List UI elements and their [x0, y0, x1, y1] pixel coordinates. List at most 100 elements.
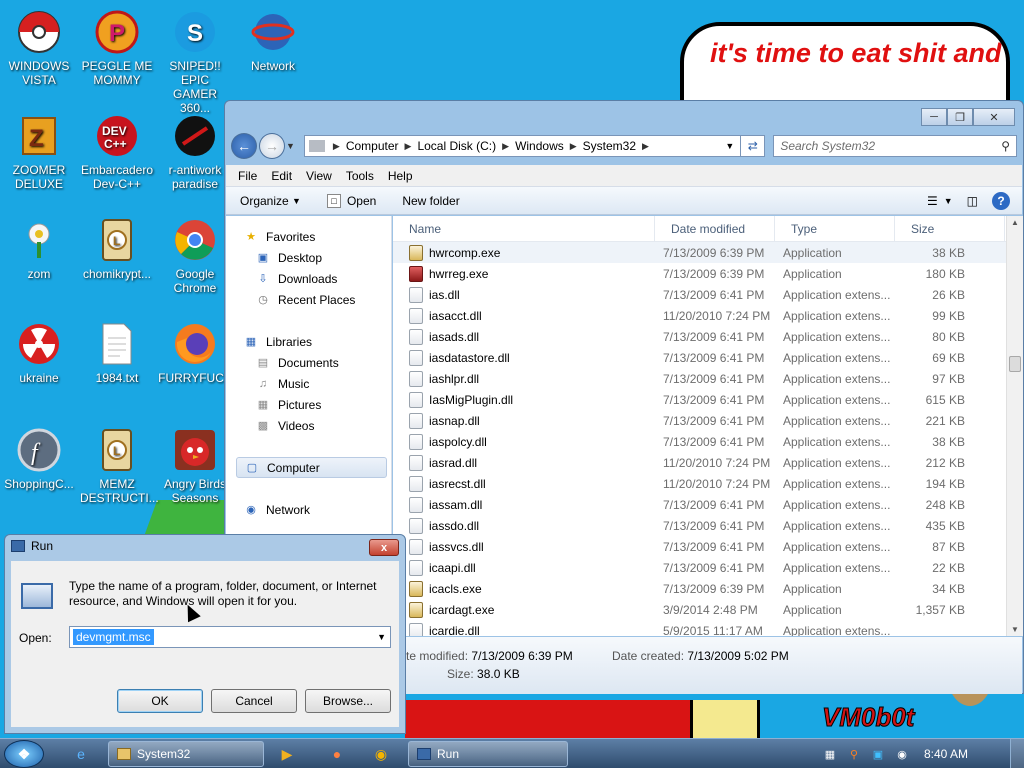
open-button[interactable]: □ Open [326, 193, 376, 208]
back-button[interactable]: ← [231, 133, 257, 159]
breadcrumb-arrow-icon[interactable]: ▶ [502, 141, 509, 152]
vertical-scrollbar[interactable]: ▲ ▼ [1006, 216, 1023, 636]
nav-favorites[interactable]: ★ Favorites [226, 226, 391, 247]
file-row[interactable]: iasads.dll 7/13/2009 6:41 PM Application e… [393, 326, 1023, 347]
nav-documents[interactable]: ▤ Documents [226, 352, 391, 373]
breadcrumb-arrow-icon[interactable]: ▶ [333, 141, 340, 152]
nav-network[interactable]: ◉ Network [226, 499, 391, 520]
file-row[interactable]: icardagt.exe 3/9/2014 2:48 PM Application 1… [393, 599, 1023, 620]
file-row[interactable]: hwrreg.exe 7/13/2009 6:39 PM Application 18… [393, 263, 1023, 284]
browse-button[interactable]: Browse... [305, 689, 391, 713]
desktop-icon-angry-birds[interactable]: Angry Birds Seasons [158, 426, 232, 505]
desktop-icon-1984-txt[interactable]: 1984.txt [80, 320, 154, 385]
nav-downloads[interactable]: ⇩ Downloads [226, 268, 391, 289]
maximize-button[interactable]: ❐ [947, 108, 973, 126]
file-row[interactable]: ias.dll 7/13/2009 6:41 PM Application exte… [393, 284, 1023, 305]
nav-libraries[interactable]: ▦ Libraries [226, 331, 391, 352]
tray-app-icon[interactable]: ⚲ [846, 746, 862, 762]
close-button[interactable]: ✕ [973, 108, 1015, 126]
forward-button[interactable]: → [258, 133, 285, 159]
taskbar-clock[interactable]: 8:40 AM [924, 747, 968, 761]
breadcrumb-arrow-icon[interactable]: ▶ [570, 141, 577, 152]
refresh-button[interactable]: ⇄ [741, 135, 766, 157]
file-row[interactable]: icaapi.dll 7/13/2009 6:41 PM Application e… [393, 557, 1023, 578]
new-folder-button[interactable]: New folder [402, 194, 459, 208]
search-input[interactable]: Search System32 ⚲ [773, 135, 1017, 157]
recent-pages-dropdown[interactable]: ▼ [286, 141, 298, 151]
taskbar-task-system32[interactable]: System32 [108, 741, 264, 767]
taskbar-task-run[interactable]: Run [408, 741, 568, 767]
file-row[interactable]: hwrcomp.exe 7/13/2009 6:39 PM Application 3… [393, 242, 1023, 263]
chrome-icon[interactable]: ◉ [370, 743, 392, 765]
menu-tools[interactable]: Tools [346, 169, 374, 183]
nav-music[interactable]: ♫ Music [226, 373, 391, 394]
address-bar[interactable]: ▶ Computer ▶ Local Disk (C:) ▶ Windows ▶… [303, 135, 742, 157]
nav-videos[interactable]: ▩ Videos [226, 415, 391, 436]
nav-pictures[interactable]: ▦ Pictures [226, 394, 391, 415]
breadcrumb-arrow-icon[interactable]: ▶ [405, 141, 412, 152]
column-header-size[interactable]: Size [895, 216, 1005, 241]
file-row[interactable]: iasacct.dll 11/20/2010 7:24 PM Application… [393, 305, 1023, 326]
menu-help[interactable]: Help [388, 169, 413, 183]
organize-button[interactable]: Organize ▼ [240, 194, 301, 208]
cancel-button[interactable]: Cancel [211, 689, 297, 713]
menu-file[interactable]: File [238, 169, 257, 183]
internet-explorer-icon[interactable]: e [70, 743, 92, 765]
open-combobox[interactable]: devmgmt.msc ▼ [69, 626, 391, 648]
help-icon[interactable]: ? [992, 192, 1010, 210]
desktop-icon-network[interactable]: Network [236, 8, 310, 73]
file-row[interactable]: iasrad.dll 11/20/2010 7:24 PM Application … [393, 452, 1023, 473]
file-row[interactable]: iassam.dll 7/13/2009 6:41 PM Application e… [393, 494, 1023, 515]
breadcrumb-system32[interactable]: System32 [583, 139, 636, 153]
breadcrumb-computer[interactable]: Computer [346, 139, 399, 153]
desktop-icon-windows-vista[interactable]: WINDOWS VISTA [2, 8, 76, 87]
desktop-icon-devcpp[interactable]: DEV C++ Embarcadero Dev-C++ [80, 112, 154, 191]
desktop-icon-furryfuck[interactable]: FURRYFUCK [158, 320, 232, 385]
column-header-name[interactable]: Name [393, 216, 655, 241]
menu-view[interactable]: View [306, 169, 332, 183]
desktop-icon-ukraine[interactable]: ukraine [2, 320, 76, 385]
file-row[interactable]: iassdo.dll 7/13/2009 6:41 PM Application e… [393, 515, 1023, 536]
file-row[interactable]: icardie.dll 5/9/2015 11:17 AM Application … [393, 620, 1023, 636]
desktop-icon-shopping[interactable]: f ShoppingC... [2, 426, 76, 491]
desktop-icon-zom[interactable]: zom [2, 216, 76, 281]
chevron-down-icon[interactable]: ▼ [377, 632, 386, 642]
start-button[interactable]: ❖ [4, 740, 44, 768]
preview-pane-icon[interactable]: ◫ [967, 194, 978, 208]
file-row[interactable]: iasdatastore.dll 7/13/2009 6:41 PM Applica… [393, 347, 1023, 368]
breadcrumb-windows[interactable]: Windows [515, 139, 564, 153]
app-icon[interactable]: ● [326, 743, 348, 765]
network-tray-icon[interactable]: ▣ [870, 746, 886, 762]
nav-desktop[interactable]: ▣ Desktop [226, 247, 391, 268]
file-row[interactable]: iashlpr.dll 7/13/2009 6:41 PM Application … [393, 368, 1023, 389]
file-row[interactable]: iasnap.dll 7/13/2009 6:41 PM Application e… [393, 410, 1023, 431]
scrollbar-thumb[interactable] [1009, 356, 1021, 372]
column-header-date[interactable]: Date modified [655, 216, 775, 241]
desktop-icon-chomikrypt[interactable]: L chomikrypt... [80, 216, 154, 281]
search-icon[interactable]: ⚲ [1001, 139, 1010, 153]
scroll-up-icon[interactable]: ▲ [1011, 218, 1019, 227]
view-options-icon[interactable]: ☰ [927, 194, 938, 208]
ok-button[interactable]: OK [117, 689, 203, 713]
breadcrumb-arrow-icon[interactable]: ▶ [642, 141, 649, 152]
scroll-down-icon[interactable]: ▼ [1011, 625, 1019, 634]
desktop-icon-antiwork[interactable]: r-antiwork paradise [158, 112, 232, 191]
nav-computer[interactable]: ▢ Computer [236, 457, 387, 478]
chevron-down-icon[interactable]: ▼ [944, 196, 953, 206]
desktop-icon-zoomer-deluxe[interactable]: Z ZOOMER DELUXE [2, 112, 76, 191]
file-row[interactable]: IasMigPlugin.dll 7/13/2009 6:41 PM Applica… [393, 389, 1023, 410]
file-row[interactable]: iasrecst.dll 11/20/2010 7:24 PM Applicatio… [393, 473, 1023, 494]
desktop-icon-memz[interactable]: L MEMZ DESTRUCTI... [80, 426, 159, 505]
run-close-button[interactable]: x [369, 539, 399, 556]
file-row[interactable]: iaspolcy.dll 7/13/2009 6:41 PM Application… [393, 431, 1023, 452]
file-row[interactable]: icacls.exe 7/13/2009 6:39 PM Application 34… [393, 578, 1023, 599]
volume-icon[interactable]: ◉ [894, 746, 910, 762]
minimize-button[interactable]: ─ [921, 108, 947, 126]
nav-recent-places[interactable]: ◷ Recent Places [226, 289, 391, 310]
desktop-icon-google-chrome[interactable]: Google Chrome [158, 216, 232, 295]
desktop-icon-peggle[interactable]: P PEGGLE ME MOMMY [80, 8, 154, 87]
media-player-icon[interactable]: ▶ [276, 743, 298, 765]
breadcrumb-local-disk[interactable]: Local Disk (C:) [417, 139, 496, 153]
tray-app-icon[interactable]: ▦ [822, 746, 838, 762]
menu-edit[interactable]: Edit [271, 169, 292, 183]
